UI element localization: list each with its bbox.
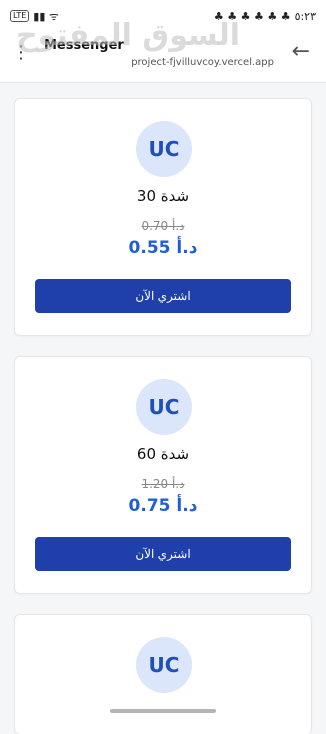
page-title: Messenger (44, 38, 124, 53)
offer-card: UC (14, 614, 312, 734)
network-badge: LTE (10, 10, 30, 22)
offer-amount: 30 شدة (136, 187, 190, 205)
signal-icon: ▮▮ ᯤ (33, 9, 59, 23)
old-price: 0.70 د.أ (141, 219, 185, 233)
buy-now-button[interactable]: اشتري الآن (35, 537, 291, 571)
status-left: LTE ▮▮ ᯤ (10, 9, 59, 24)
back-arrow-icon[interactable]: ← (292, 41, 310, 63)
home-indicator[interactable] (110, 709, 216, 713)
more-menu-icon[interactable]: ⋮ (12, 44, 30, 62)
new-price: 0.75 د.أ (128, 496, 198, 516)
offer-amount: 60 شدة (136, 445, 190, 463)
new-price: 0.55 د.أ (128, 238, 198, 258)
browser-header: ⋮ Messenger project-fjvilluvcoy.vercel.a… (0, 32, 326, 83)
uc-badge-icon: UC (136, 379, 192, 435)
clock: ٥:٢٣ (294, 9, 316, 23)
uc-badge-icon: UC (136, 121, 192, 177)
status-right: ♣ ♣ ♣ ♣ ♣ ♣ ٥:٢٣ (214, 10, 316, 23)
uc-badge-icon: UC (136, 637, 192, 693)
old-price: 1.20 د.أ (141, 477, 185, 491)
buy-now-button[interactable]: اشتري الآن (35, 279, 291, 313)
status-bar: LTE ▮▮ ᯤ ♣ ♣ ♣ ♣ ♣ ♣ ٥:٢٣ (0, 0, 326, 32)
offer-card: UC 30 شدة 0.70 د.أ 0.55 د.أ اشتري الآن (14, 98, 312, 336)
url-text[interactable]: project-fjvilluvcoy.vercel.app (54, 57, 274, 68)
offer-card: UC 60 شدة 1.20 د.أ 0.75 د.أ اشتري الآن (14, 356, 312, 594)
notification-icons: ♣ ♣ ♣ ♣ ♣ ♣ (213, 9, 291, 23)
